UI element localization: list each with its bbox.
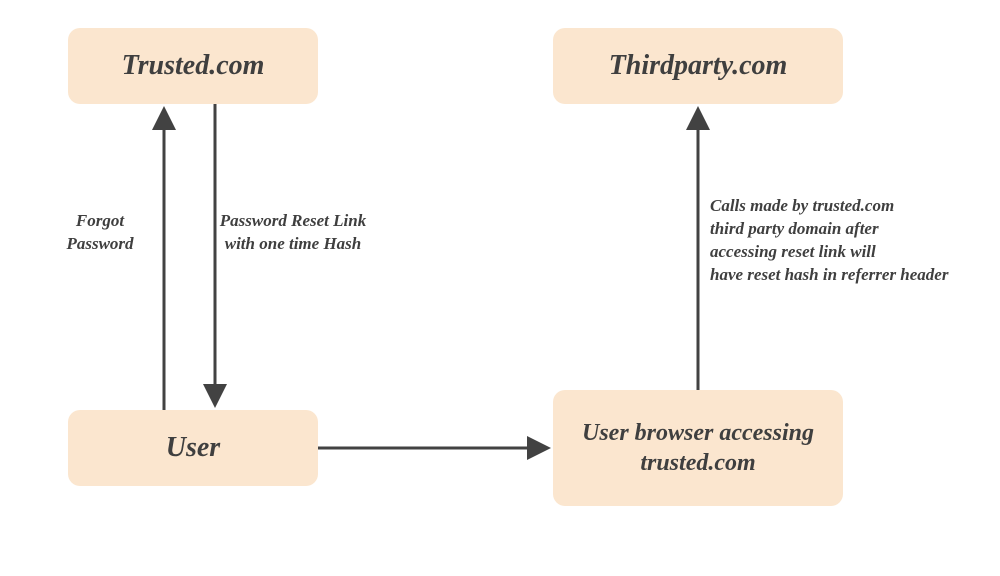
node-trusted: Trusted.com — [68, 28, 318, 104]
node-user: User — [68, 410, 318, 486]
node-user-label: User — [166, 432, 220, 464]
label-forgot-password: Forgot Password — [40, 210, 160, 256]
node-thirdparty: Thirdparty.com — [553, 28, 843, 104]
node-browser: User browser accessing trusted.com — [553, 390, 843, 506]
node-thirdparty-label: Thirdparty.com — [609, 50, 788, 82]
label-reset-link: Password Reset Link with one time Hash — [193, 210, 393, 256]
node-browser-label: User browser accessing trusted.com — [567, 418, 829, 478]
label-referrer-leak: Calls made by trusted.com third party do… — [710, 195, 990, 287]
node-trusted-label: Trusted.com — [122, 50, 265, 82]
